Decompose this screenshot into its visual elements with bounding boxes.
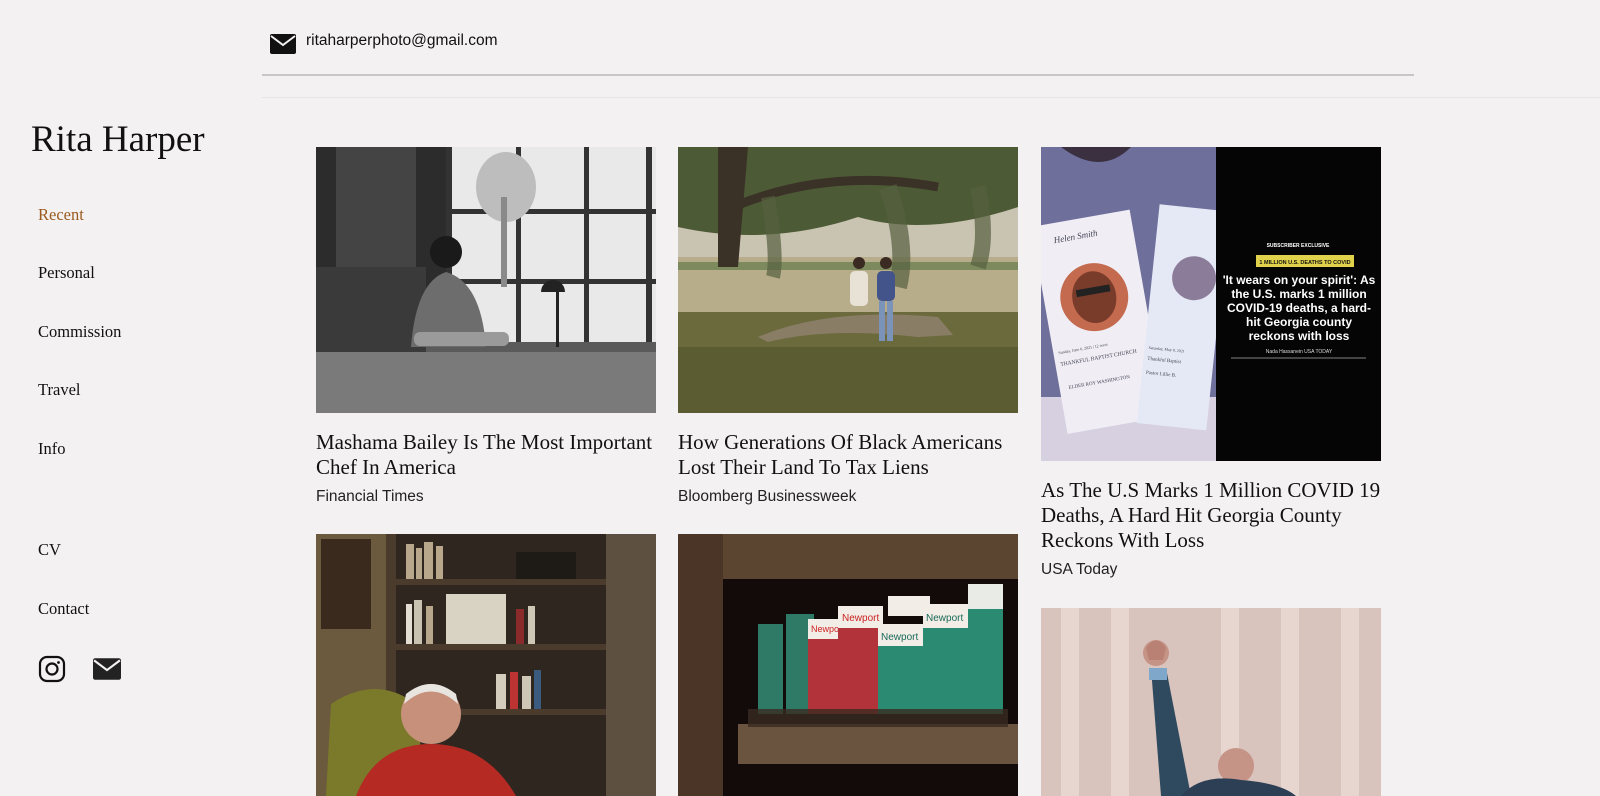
nav-cv[interactable]: CV xyxy=(38,540,61,560)
overlay-headline: COVID-19 deaths, a hard- xyxy=(1227,301,1371,315)
sidebar: Rita Harper Recent Personal Commission T… xyxy=(0,0,262,796)
site-title[interactable]: Rita Harper xyxy=(31,118,205,161)
card-image[interactable] xyxy=(316,147,656,413)
card-image[interactable]: Newport Newport Newport Newport xyxy=(678,534,1018,796)
card-image[interactable] xyxy=(678,147,1018,413)
product-label: Newport xyxy=(881,632,918,643)
overlay-headline: 'It wears on your spirit': As xyxy=(1223,273,1376,287)
card-image[interactable]: Helen Smith Sunday, June 6, 2021 | 12 no… xyxy=(1041,147,1381,461)
overlay-tag: 1 MILLION U.S. DEATHS TO COVID xyxy=(1259,260,1350,266)
overlay-byline: Nada Hassanein USA TODAY xyxy=(1266,349,1333,355)
overlay-headline: reckons with loss xyxy=(1249,329,1350,343)
divider xyxy=(262,97,1600,98)
card-image[interactable] xyxy=(316,534,656,796)
nav-personal[interactable]: Personal xyxy=(38,263,95,283)
nav-contact[interactable]: Contact xyxy=(38,599,89,619)
card-title[interactable]: Mashama Bailey Is The Most Important Che… xyxy=(316,430,661,480)
nav-recent[interactable]: Recent xyxy=(38,205,84,225)
product-label: Newport xyxy=(842,613,879,624)
product-label: Newport xyxy=(926,613,963,624)
nav-info[interactable]: Info xyxy=(38,439,66,459)
mail-icon[interactable] xyxy=(270,34,296,54)
card-publication: USA Today xyxy=(1041,561,1118,578)
card-title[interactable]: As The U.S Marks 1 Million COVID 19 Deat… xyxy=(1041,478,1386,553)
overlay-kicker: SUBSCRIBER EXCLUSIVE xyxy=(1267,243,1330,249)
nav-commission[interactable]: Commission xyxy=(38,322,121,342)
nav-travel[interactable]: Travel xyxy=(38,380,80,400)
card-publication: Financial Times xyxy=(316,488,424,505)
card-title[interactable]: How Generations Of Black Americans Lost … xyxy=(678,430,1023,480)
overlay-headline: hit Georgia county xyxy=(1246,315,1352,329)
card-publication: Bloomberg Businessweek xyxy=(678,488,857,505)
card-image[interactable] xyxy=(1041,608,1381,796)
overlay-headline: the U.S. marks 1 million xyxy=(1231,287,1366,301)
email-link[interactable]: ritaharperphoto@gmail.com xyxy=(306,32,498,50)
instagram-icon[interactable] xyxy=(38,655,66,683)
top-bar: ritaharperphoto@gmail.com xyxy=(262,0,1414,76)
mail-icon[interactable] xyxy=(93,658,121,680)
